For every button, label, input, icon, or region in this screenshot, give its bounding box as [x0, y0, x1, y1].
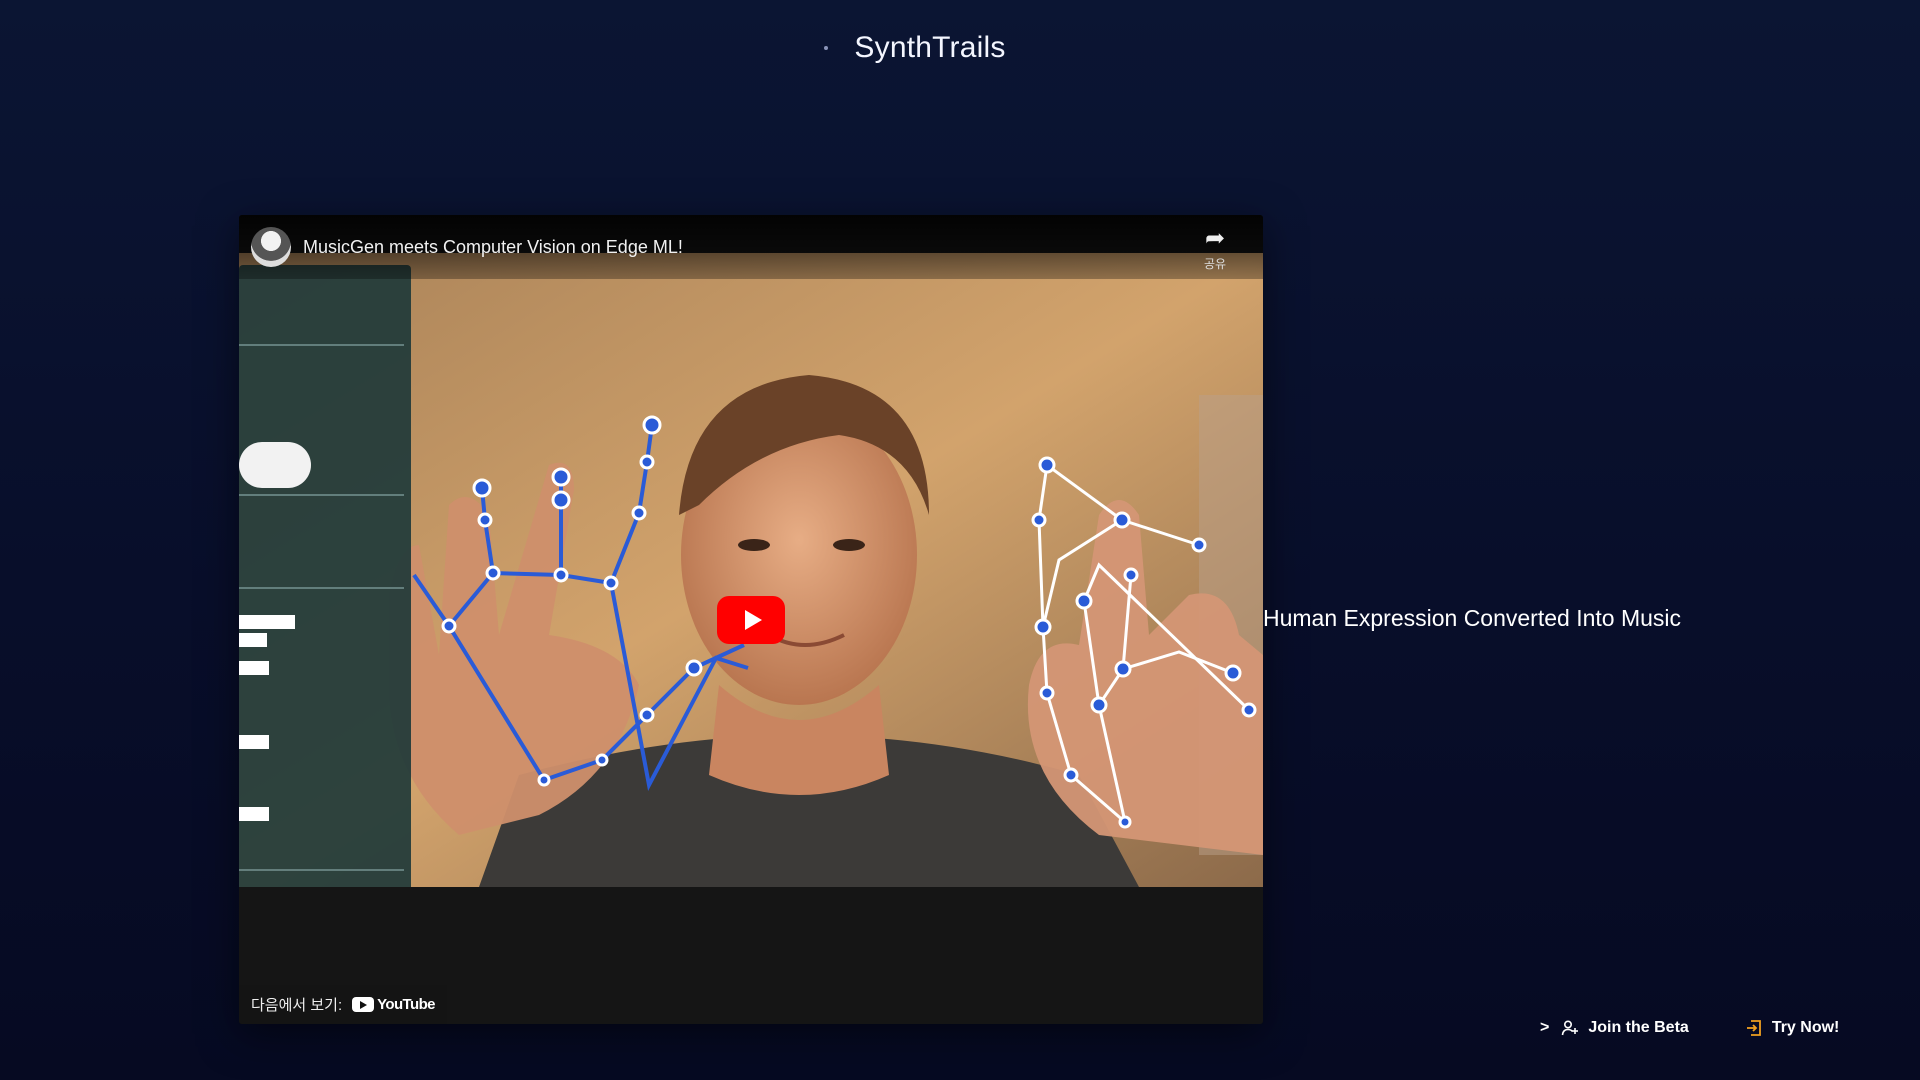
try-now-button[interactable]: Try Now! [1745, 1019, 1840, 1037]
tagline: Human Expression Converted Into Music [1263, 605, 1682, 631]
video-title[interactable]: MusicGen meets Computer Vision on Edge M… [303, 237, 683, 258]
join-beta-label: Join the Beta [1588, 1019, 1689, 1036]
share-label: 공유 [1203, 257, 1227, 271]
site-header: SynthTrails [0, 26, 1920, 70]
watch-on-label: 다음에서 보기: [251, 997, 343, 1014]
try-now-label: Try Now! [1771, 1019, 1840, 1036]
join-caret: > [1540, 1019, 1550, 1036]
embedded-video-player[interactable]: MusicGen meets Computer Vision on Edge M… [239, 215, 1263, 1024]
channel-avatar[interactable] [251, 227, 291, 267]
youtube-logo: YouTube [352, 996, 435, 1013]
brand-name[interactable]: SynthTrails [854, 31, 1005, 65]
login-icon [1745, 1019, 1763, 1037]
join-beta-button[interactable]: > Join the Beta [1540, 1019, 1689, 1037]
play-icon [744, 610, 762, 630]
youtube-wordmark: YouTube [377, 996, 435, 1013]
share-arrow-icon: ➦ [1204, 225, 1226, 252]
share-button[interactable]: ➦ 공유 [1195, 227, 1235, 272]
play-button[interactable] [717, 596, 785, 644]
footer-actions: > Join the Beta Try Now! [1540, 1014, 1839, 1042]
youtube-icon [352, 997, 375, 1012]
header-dot [824, 46, 829, 50]
user-plus-icon [1561, 1019, 1579, 1037]
watch-on-youtube-link[interactable]: 다음에서 보기: YouTube [239, 985, 447, 1024]
video-top-bar: MusicGen meets Computer Vision on Edge M… [239, 215, 1263, 279]
